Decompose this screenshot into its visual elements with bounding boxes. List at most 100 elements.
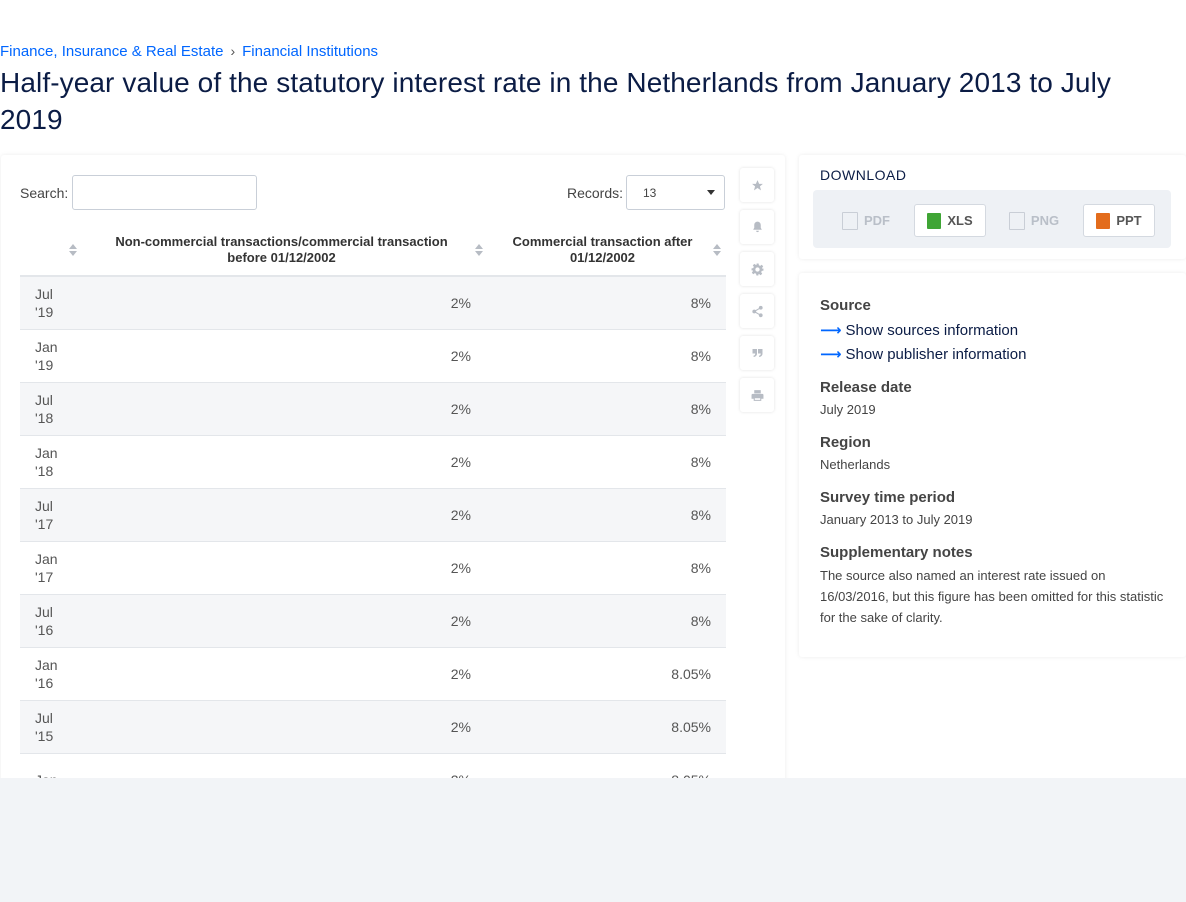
supplementary-notes-text: The source also named an interest rate i… (820, 568, 1164, 625)
settings-button[interactable] (740, 252, 774, 286)
period-year: '17 (35, 516, 54, 532)
period-month: Jan (35, 445, 58, 461)
period-cell: Jan '16 (20, 647, 82, 701)
bell-icon (752, 221, 762, 233)
table-row: Jan '19 2% 8% (20, 329, 726, 383)
gear-icon (751, 263, 763, 275)
table-row: Jan2%8.05% (20, 753, 726, 778)
download-button-bar: PDF XLS PNG PPT (813, 190, 1171, 248)
sort-icon (475, 244, 483, 257)
noncommercial-rate-cell: 2% (82, 541, 486, 595)
breadcrumb: Finance, Insurance & Real Estate › Financi… (0, 43, 378, 60)
download-png-button[interactable]: PNG (998, 204, 1070, 237)
survey-period-heading: Survey time period (820, 489, 956, 506)
download-ppt-button[interactable]: PPT (1083, 204, 1155, 237)
column-header-noncommercial[interactable]: Non-commercial transactions/commercial t… (82, 225, 486, 277)
commercial-rate-cell: 8% (486, 276, 726, 330)
period-cell: Jan (20, 753, 82, 778)
arrow-right-icon: ⟶ (820, 322, 842, 339)
table-row: Jul '15 2% 8.05% (20, 700, 726, 754)
main-content: Finance, Insurance & Real Estate › Financi… (0, 0, 1186, 778)
favorite-button[interactable] (740, 168, 774, 202)
period-month: Jul (35, 710, 53, 726)
period-year: '19 (35, 304, 54, 320)
sort-icon (713, 244, 721, 257)
print-button[interactable] (740, 378, 774, 412)
ppt-file-icon (1096, 212, 1111, 229)
xls-file-icon (927, 212, 942, 229)
noncommercial-rate-cell: 2% (82, 329, 486, 383)
commercial-rate-cell: 8% (486, 541, 726, 595)
region-heading: Region (820, 434, 871, 451)
commercial-rate-cell: 8.05% (486, 647, 726, 701)
period-year: '15 (35, 728, 54, 744)
commercial-rate-cell: 8% (486, 488, 726, 542)
statistic-info-panel: Source ⟶ Show sources information ⟶ Show p… (799, 273, 1186, 657)
survey-period-value: January 2013 to July 2019 (820, 512, 973, 527)
release-date-value: July 2019 (820, 402, 876, 417)
supplementary-notes-heading: Supplementary notes (820, 544, 973, 561)
noncommercial-rate-cell: 2% (82, 700, 486, 754)
download-pdf-button[interactable]: PDF (830, 204, 902, 237)
page-footer-area (0, 778, 1186, 902)
arrow-right-icon: ⟶ (820, 346, 842, 363)
noncommercial-rate-cell: 2% (82, 488, 486, 542)
period-cell: Jul '15 (20, 700, 82, 754)
pdf-file-icon (842, 211, 858, 230)
noncommercial-rate-cell: 2% (82, 594, 486, 648)
star-icon (751, 179, 763, 190)
period-month: Jan (35, 771, 82, 778)
breadcrumb-separator: › (230, 43, 236, 59)
noncommercial-rate-cell: 2% (82, 753, 486, 778)
search-input[interactable] (72, 175, 257, 210)
table-row: Jan '16 2% 8.05% (20, 647, 726, 701)
period-year: '16 (35, 622, 54, 638)
commercial-rate-cell: 8% (486, 594, 726, 648)
period-cell: Jul '19 (20, 276, 82, 330)
period-cell: Jul '16 (20, 594, 82, 648)
breadcrumb-finance-link[interactable]: Finance, Insurance & Real Estate (0, 43, 223, 60)
data-table: Non-commercial transactions/commercial t… (20, 225, 726, 778)
period-month: Jan (35, 339, 58, 355)
period-cell: Jan '17 (20, 541, 82, 595)
period-year: '16 (35, 675, 54, 691)
download-panel: DOWNLOAD PDF XLS PNG PPT (799, 155, 1186, 259)
region-value: Netherlands (820, 457, 891, 472)
commercial-rate-cell: 8.05% (486, 753, 726, 778)
records-select-value: 13 (643, 186, 657, 200)
period-month: Jan (35, 657, 58, 673)
download-title: DOWNLOAD (820, 167, 907, 183)
statistic-table-card: Search: Records: 13 Non-commercial trans… (1, 155, 785, 778)
period-month: Jan (35, 551, 58, 567)
period-month: Jul (35, 392, 53, 408)
show-sources-link[interactable]: ⟶ Show sources information (820, 321, 1018, 339)
column-header-period[interactable] (20, 225, 82, 277)
records-label: Records: (567, 185, 624, 201)
commercial-rate-cell: 8% (486, 435, 726, 489)
column-header-commercial[interactable]: Commercial transaction after 01/12/2002 (486, 225, 726, 277)
table-row: Jul '18 2% 8% (20, 382, 726, 436)
commercial-rate-cell: 8.05% (486, 700, 726, 754)
cite-button[interactable] (740, 336, 774, 370)
show-publisher-link[interactable]: ⟶ Show publisher information (820, 345, 1026, 363)
records-select[interactable]: 13 (626, 175, 725, 210)
breadcrumb-financial-institutions-link[interactable]: Financial Institutions (242, 43, 378, 60)
download-xls-button[interactable]: XLS (914, 204, 986, 237)
sort-icon (69, 244, 77, 257)
commercial-rate-cell: 8% (486, 329, 726, 383)
notification-button[interactable] (740, 210, 774, 244)
noncommercial-rate-cell: 2% (82, 276, 486, 330)
search-label: Search: (20, 185, 69, 201)
print-icon (751, 389, 763, 401)
period-cell: Jan '18 (20, 435, 82, 489)
noncommercial-rate-cell: 2% (82, 435, 486, 489)
png-file-icon (1008, 211, 1025, 230)
table-row: Jul '16 2% 8% (20, 594, 726, 648)
share-button[interactable] (740, 294, 774, 328)
quote-icon (752, 349, 762, 357)
release-date-heading: Release date (820, 379, 912, 396)
source-heading: Source (820, 297, 871, 314)
chevron-down-icon (707, 190, 715, 195)
period-year: '18 (35, 463, 54, 479)
period-month: Jul (35, 604, 53, 620)
